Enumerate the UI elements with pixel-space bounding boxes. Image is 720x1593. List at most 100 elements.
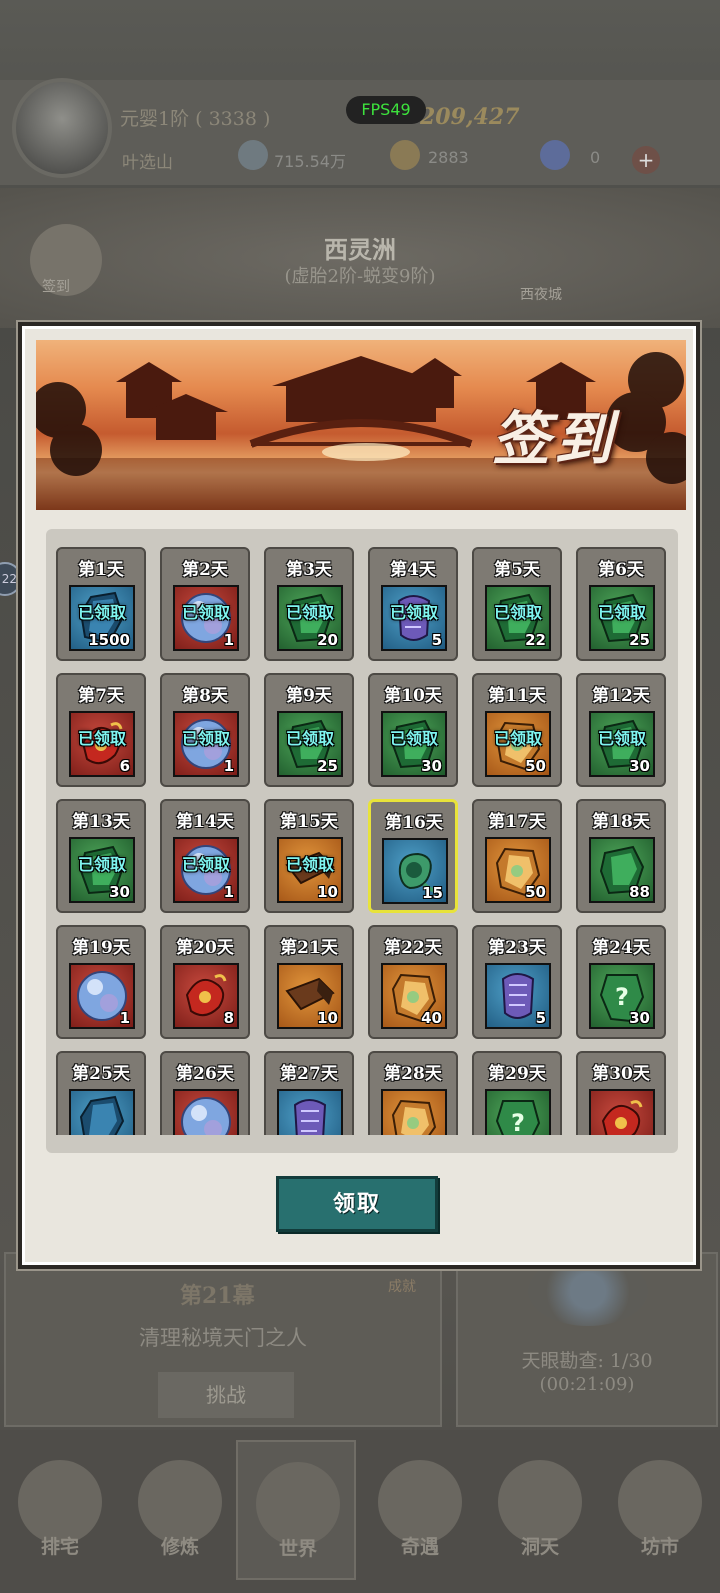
day-label: 第24天 — [592, 938, 650, 958]
item-quantity: 30 — [629, 757, 650, 775]
reward-cell[interactable]: 第27天 — [264, 1051, 354, 1135]
item-quantity: 25 — [317, 757, 338, 775]
nav-item-5[interactable]: 坊市 — [600, 1440, 720, 1580]
day-label: 第28天 — [384, 1064, 442, 1084]
day-label: 第15天 — [280, 812, 338, 832]
reward-cell[interactable]: 第19天 1 — [56, 925, 146, 1039]
reward-cell[interactable]: 第5天 已领取 22 — [472, 547, 562, 661]
claim-button[interactable]: 领取 — [276, 1176, 438, 1232]
claimed-label: 已领取 — [77, 855, 126, 874]
nav-item-0[interactable]: 排宅 — [0, 1440, 120, 1580]
pearl-orb-icon — [173, 1089, 239, 1135]
reward-cell[interactable]: 第1天已领取 1500 — [56, 547, 146, 661]
west-city-label[interactable]: 西夜城 — [520, 284, 562, 304]
nav-item-4[interactable]: 洞天 — [480, 1440, 600, 1580]
jade-icon — [390, 140, 420, 170]
day-label: 第1天 — [78, 560, 124, 580]
reward-cell[interactable]: 第15天已领取 10 — [264, 799, 354, 913]
claimed-label: 已领取 — [597, 603, 646, 622]
brush-pen-icon: 10 — [277, 963, 343, 1029]
reward-cell[interactable]: 第30天 — [576, 1051, 666, 1135]
day-label: 第16天 — [385, 813, 443, 833]
day-label: 第22天 — [384, 938, 442, 958]
spirit-stone-icon — [238, 140, 268, 170]
scroll-icon: 已领取 5 — [381, 585, 447, 651]
brush-pen-icon: 已领取 10 — [277, 837, 343, 903]
item-quantity: 40 — [421, 1009, 442, 1027]
crystal-shard-icon: 已领取 1500 — [69, 585, 135, 651]
claimed-label: 已领取 — [597, 729, 646, 748]
day-label: 第3天 — [286, 560, 332, 580]
add-currency-button[interactable]: + — [632, 146, 660, 174]
day-label: 第19天 — [72, 938, 130, 958]
signin-title: 签到 — [491, 405, 616, 473]
nav-label: 洞天 — [520, 1536, 559, 1558]
reward-cell[interactable]: 第16天 15 — [368, 799, 458, 913]
crystal-icon — [540, 140, 570, 170]
nav-item-1[interactable]: 修炼 — [120, 1440, 240, 1580]
reward-cell[interactable]: 第9天 已领取 25 — [264, 673, 354, 787]
reward-cell[interactable]: 第10天 已领取 30 — [368, 673, 458, 787]
day-label: 第26天 — [176, 1064, 234, 1084]
claimed-label: 已领取 — [389, 729, 438, 748]
reward-cell[interactable]: 第28天 — [368, 1051, 458, 1135]
day-label: 第23天 — [488, 938, 546, 958]
item-quantity: 1 — [223, 883, 234, 901]
jade-leaf-icon: 已领取 30 — [69, 837, 135, 903]
reward-cell[interactable]: 第24天 ? 30 — [576, 925, 666, 1039]
reward-cell[interactable]: 第4天已领取 5 — [368, 547, 458, 661]
nav-label: 排宅 — [40, 1536, 79, 1558]
item-quantity: 8 — [223, 1009, 234, 1027]
item-quantity: 50 — [525, 883, 546, 901]
claimed-label: 已领取 — [285, 855, 334, 874]
reward-cell[interactable]: 第22天 40 — [368, 925, 458, 1039]
day-label: 第4天 — [390, 560, 436, 580]
reward-cell[interactable]: 第12天已领取 30 — [576, 673, 666, 787]
item-quantity: 88 — [629, 883, 650, 901]
reward-cell[interactable]: 第20天 8 — [160, 925, 250, 1039]
avatar[interactable] — [12, 78, 112, 178]
reward-cell[interactable]: 第23天 5 — [472, 925, 562, 1039]
region-range: (虚胎2阶-蜕变9阶) — [284, 266, 436, 287]
achievement-label[interactable]: 成就 — [388, 1276, 416, 1296]
nav-label: 奇遇 — [400, 1536, 439, 1558]
reward-cell[interactable]: 第18天 88 — [576, 799, 666, 913]
day-label: 第12天 — [592, 686, 650, 706]
item-quantity: 10 — [317, 1009, 338, 1027]
day-label: 第8天 — [182, 686, 228, 706]
jade-leaf-icon: 已领取 20 — [277, 585, 343, 651]
signin-banner: 签到 — [36, 340, 686, 510]
scroll-icon: 5 — [485, 963, 551, 1029]
scroll-icon — [277, 1089, 343, 1135]
reward-cell[interactable]: 第21天 10 — [264, 925, 354, 1039]
reward-cell[interactable]: 第13天 已领取 30 — [56, 799, 146, 913]
day-label: 第30天 — [592, 1064, 650, 1084]
nav-item-2[interactable]: 世界 — [236, 1440, 356, 1580]
reward-grid[interactable]: 第1天 已领取 1500 第2天 已领取 1 第3天 已领取 20 第4天 已领取 5 第5天 已领取 22… — [56, 547, 668, 1135]
reward-cell[interactable]: 第14天 已领取 1 — [160, 799, 250, 913]
item-quantity: 5 — [431, 631, 442, 649]
reward-cell[interactable]: 第26天 — [160, 1051, 250, 1135]
reward-cell[interactable]: 第29天? — [472, 1051, 562, 1135]
challenge-button[interactable]: 挑战 — [158, 1372, 294, 1418]
jade-leaf-icon: 已领取 22 — [485, 585, 551, 651]
reward-cell[interactable]: 第7天 已领取 6 — [56, 673, 146, 787]
jade-pendant-icon: 15 — [382, 838, 448, 904]
day-label: 第2天 — [182, 560, 228, 580]
signin-dialog: 签到 第1天 已领取 1500 第2天 已领取 1 第3天 已领取 20 第4天 已领取 5 第5天 已领… — [18, 322, 700, 1269]
reward-cell[interactable]: 第11天 已领取 50 — [472, 673, 562, 787]
reward-cell[interactable]: 第8天 已领取 1 — [160, 673, 250, 787]
nav-item-3[interactable]: 奇遇 — [360, 1440, 480, 1580]
reward-cell[interactable]: 第3天已领取 20 — [264, 547, 354, 661]
jade-leaf-icon: 已领取 25 — [277, 711, 343, 777]
reward-cell[interactable]: 第25天 — [56, 1051, 146, 1135]
mystery-jade-icon: ? 30 — [589, 963, 655, 1029]
reward-cell[interactable]: 第17天 50 — [472, 799, 562, 913]
day-label: 第27天 — [280, 1064, 338, 1084]
nav-label: 世界 — [278, 1538, 317, 1560]
jade-count: 2883 — [428, 148, 469, 167]
reward-cell[interactable]: 第6天 已领取 25 — [576, 547, 666, 661]
stage-title: 第21幕 — [180, 1283, 255, 1309]
item-quantity: 22 — [525, 631, 546, 649]
reward-cell[interactable]: 第2天 已领取 1 — [160, 547, 250, 661]
